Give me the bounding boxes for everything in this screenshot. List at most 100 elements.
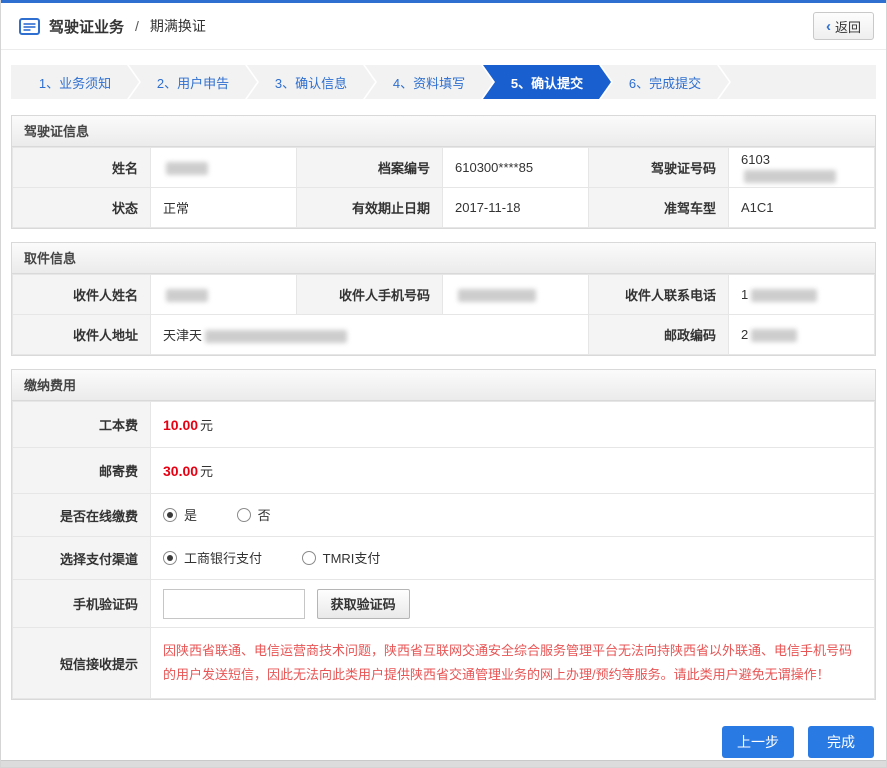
table-row: 选择支付渠道 工商银行支付 TMRI支付 (12, 536, 875, 580)
license-section-title: 驾驶证信息 (12, 116, 875, 147)
get-code-button[interactable]: 获取验证码 (316, 588, 410, 619)
sms-notice-cell: 因陕西省联通、电信运营商技术问题，陕西省互联网交通安全综合服务管理平台无法向持陕… (150, 626, 875, 700)
radio-icon (163, 550, 177, 565)
finish-button[interactable]: 完成 (808, 726, 874, 759)
bottom-strip (1, 760, 886, 767)
title-separator: / (135, 18, 139, 34)
file-no-value: 610300****85 (442, 147, 589, 188)
radio-icon (163, 507, 177, 522)
fees-section-title: 缴纳费用 (12, 370, 875, 401)
step-label: 5、确认提交 (510, 75, 584, 91)
table-row: 手机验证码 获取验证码 (12, 579, 875, 628)
production-fee-value: 10.00 元 (150, 401, 875, 448)
table-row: 是否在线缴费 是 否 (12, 493, 875, 537)
recipient-mobile-label: 收件人手机号码 (296, 274, 443, 315)
recipient-phone-label: 收件人联系电话 (588, 274, 729, 315)
pickup-info-section: 取件信息 收件人姓名 收件人手机号码 收件人联系电话 1 收件人地址 天津天 邮… (11, 242, 876, 356)
option-label: 否 (257, 508, 271, 524)
step-confirm-info: 3、确认信息 (247, 65, 375, 99)
recipient-mobile-value (442, 274, 589, 315)
postage-fee-label: 邮寄费 (12, 447, 151, 494)
channel-label: 选择支付渠道 (12, 536, 151, 580)
vehicle-class-value: A1C1 (728, 187, 875, 228)
online-pay-options: 是 否 (150, 493, 875, 537)
radio-icon (236, 507, 251, 522)
production-fee-label: 工本费 (12, 401, 151, 448)
fees-table: 工本费 10.00 元 邮寄费 30.00 元 是否在线缴费 是 否 选择支付渠道 … (12, 401, 875, 700)
postal-label: 邮政编码 (588, 314, 729, 355)
postal-prefix: 2 (741, 326, 749, 342)
redacted-recipient-name (166, 289, 208, 303)
online-pay-option-no[interactable]: 否 (236, 505, 271, 524)
valid-until-label: 有效期止日期 (296, 187, 443, 228)
step-confirm-submit: 5、确认提交 (483, 65, 611, 99)
sms-notice-text: 因陕西省联通、电信运营商技术问题，陕西省互联网交通安全综合服务管理平台无法向持陕… (163, 643, 853, 683)
file-no-label: 档案编号 (296, 147, 443, 188)
channel-options: 工商银行支付 TMRI支付 (150, 536, 875, 580)
vehicle-class-label: 准驾车型 (588, 187, 729, 228)
production-fee-unit: 元 (200, 418, 214, 433)
redacted-name (166, 162, 208, 176)
fees-section: 缴纳费用 工本费 10.00 元 邮寄费 30.00 元 是否在线缴费 是 否 选择… (11, 369, 876, 701)
table-row: 工本费 10.00 元 (12, 401, 875, 448)
footer-actions: 上一步 完成 (13, 726, 874, 759)
step-user-declaration: 2、用户申告 (129, 65, 257, 99)
back-button[interactable]: ‹ 返回 (812, 12, 874, 40)
step-nav: 1、业务须知 2、用户申告 3、确认信息 4、资料填写 5、确认提交 6、完成提… (11, 65, 876, 99)
table-row: 收件人姓名 收件人手机号码 收件人联系电话 1 (12, 274, 875, 315)
recipient-phone-value: 1 (728, 274, 875, 315)
page: 驾驶证业务 / 期满换证 ‹ 返回 1、业务须知 2、用户申告 3、确认信息 4… (0, 0, 887, 768)
address-prefix: 天津天 (163, 328, 203, 343)
table-row: 收件人地址 天津天 邮政编码 2 (12, 314, 875, 355)
table-row: 状态 正常 有效期止日期 2017-11-18 准驾车型 A1C1 (12, 187, 875, 228)
step-label: 1、业务须知 (38, 75, 112, 91)
redacted-recipient-phone (751, 289, 818, 303)
page-subtitle: 期满换证 (149, 18, 206, 34)
option-label: 是 (184, 508, 198, 524)
online-pay-label: 是否在线缴费 (12, 493, 151, 537)
step-fill-data: 4、资料填写 (365, 65, 493, 99)
sms-code-input[interactable] (163, 588, 305, 619)
header-title-group: 驾驶证业务 / 期满换证 (19, 16, 206, 37)
address-value: 天津天 (150, 314, 589, 355)
radio-icon (301, 550, 316, 565)
table-row: 姓名 档案编号 610300****85 驾驶证号码 6103 (12, 147, 875, 188)
sms-notice-label: 短信接收提示 (12, 626, 151, 700)
step-business-notice: 1、业务须知 (11, 65, 139, 99)
postage-fee-amount: 30.00 (163, 463, 199, 479)
pickup-info-table: 收件人姓名 收件人手机号码 收件人联系电话 1 收件人地址 天津天 邮政编码 2 (12, 274, 875, 355)
step-label: 2、用户申告 (156, 75, 230, 91)
postal-value: 2 (728, 314, 875, 355)
license-info-section: 驾驶证信息 姓名 档案编号 610300****85 驾驶证号码 6103 状态… (11, 115, 876, 229)
license-no-label: 驾驶证号码 (588, 147, 729, 188)
redacted-address (205, 330, 348, 344)
step-label: 3、确认信息 (274, 75, 348, 91)
business-list-icon (19, 17, 40, 35)
step-complete-submit: 6、完成提交 (601, 65, 729, 99)
postage-fee-unit: 元 (200, 464, 214, 479)
status-value: 正常 (150, 187, 297, 228)
recipient-name-value (150, 274, 297, 315)
redacted-license-no (744, 169, 836, 183)
table-row: 短信接收提示 因陕西省联通、电信运营商技术问题，陕西省互联网交通安全综合服务管理… (12, 626, 875, 700)
step-label: 4、资料填写 (392, 75, 466, 91)
recipient-phone-prefix: 1 (741, 286, 749, 302)
status-label: 状态 (12, 187, 151, 228)
channel-option-icbc[interactable]: 工商银行支付 (163, 548, 262, 567)
name-label: 姓名 (12, 147, 151, 188)
prev-step-button[interactable]: 上一步 (722, 726, 794, 759)
option-label: 工商银行支付 (184, 551, 263, 567)
channel-option-tmri[interactable]: TMRI支付 (301, 548, 381, 567)
license-no-value: 6103 (728, 147, 875, 188)
online-pay-option-yes[interactable]: 是 (163, 505, 197, 524)
redacted-recipient-mobile (458, 289, 536, 303)
table-row: 邮寄费 30.00 元 (12, 447, 875, 494)
license-info-table: 姓名 档案编号 610300****85 驾驶证号码 6103 状态 正常 有效… (12, 147, 875, 228)
page-title: 驾驶证业务 (49, 18, 125, 36)
pickup-section-title: 取件信息 (12, 243, 875, 274)
header: 驾驶证业务 / 期满换证 ‹ 返回 (1, 3, 886, 50)
valid-until-value: 2017-11-18 (442, 187, 589, 228)
step-label: 6、完成提交 (628, 75, 702, 91)
address-label: 收件人地址 (12, 314, 151, 355)
option-label: TMRI支付 (322, 551, 381, 567)
